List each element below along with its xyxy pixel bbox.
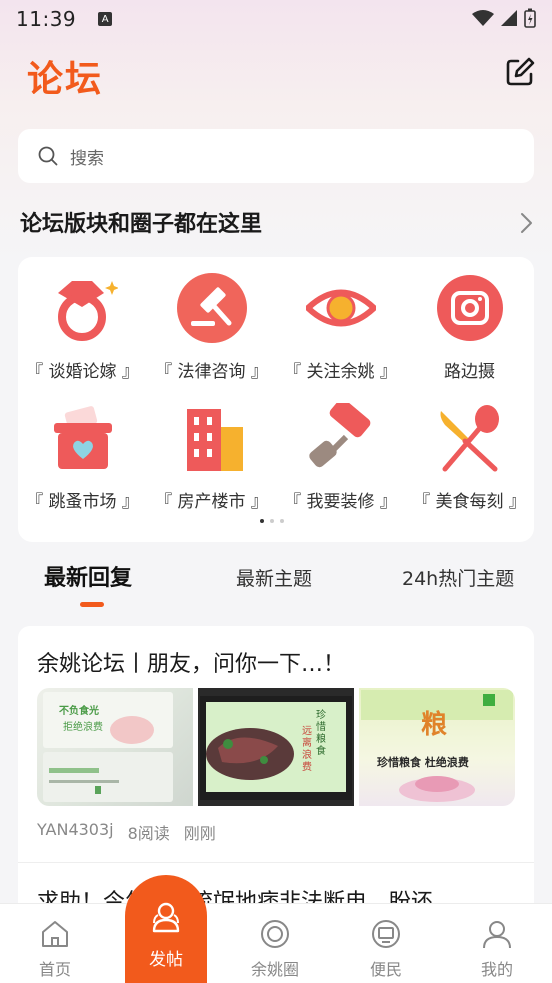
post-image-text: 远离浪费 <box>302 726 312 773</box>
category-label: 『 美食每刻 』 <box>413 492 526 512</box>
category-label: 『 我要装修 』 <box>284 492 397 512</box>
new-post-button[interactable]: 发帖 <box>125 875 207 983</box>
category-label: 路边摄 <box>444 362 495 382</box>
post-image-text: 珍惜粮食 <box>316 710 326 757</box>
nav-home[interactable]: 首页 <box>5 904 105 983</box>
knife-spoon-icon <box>440 405 499 472</box>
status-time: 11:39 <box>16 7 77 31</box>
post-image-text: 珍惜粮食 杜绝浪费 <box>377 756 469 769</box>
category-label: 『 房产楼市 』 <box>155 492 268 512</box>
post-image-text: 不负食光 <box>59 706 99 717</box>
post-image[interactable]: 粮 珍惜粮食 杜绝浪费 <box>359 688 515 806</box>
user-icon <box>483 921 511 949</box>
category-label: 『 谈婚论嫁 』 <box>26 362 139 382</box>
tab-indicator <box>80 602 104 607</box>
category-item[interactable]: 路边摄 <box>405 261 534 382</box>
nav-circle-label: 余姚圈 <box>250 960 299 979</box>
gavel-icon <box>177 273 247 343</box>
section-title: 论坛版块和圈子都在这里 <box>20 212 263 237</box>
eye-icon <box>306 289 376 327</box>
divider <box>18 862 534 863</box>
page-dot-active <box>260 519 264 523</box>
search-bar[interactable]: 搜索 <box>18 129 534 183</box>
category-item[interactable]: 『 关注余姚 』 <box>276 261 405 382</box>
category-item[interactable]: 『 我要装修 』 <box>276 391 405 512</box>
nav-home-label: 首页 <box>38 960 71 979</box>
tab-24h-hot[interactable]: 24h热门主题 <box>402 564 514 591</box>
edit-icon <box>506 57 535 86</box>
post-reads: 8阅读 <box>127 824 170 843</box>
edit-button[interactable] <box>504 56 536 88</box>
bottom-nav: 首页 余姚圈 便民 我的 <box>0 903 552 983</box>
new-post-label: 发帖 <box>149 950 183 970</box>
post-image[interactable]: 不负食光 拒绝浪费 <box>37 688 193 806</box>
app-header: 论坛 <box>0 46 552 106</box>
category-label: 『 关注余姚 』 <box>284 362 397 382</box>
battery-icon <box>524 8 536 28</box>
post-image-text: 粮 <box>421 710 448 740</box>
nav-circle[interactable]: 余姚圈 <box>225 904 325 983</box>
page-dot <box>270 519 274 523</box>
post-author[interactable]: YAN4303j <box>37 820 114 844</box>
post-title[interactable]: 余姚论坛丨朋友，问你一下…！ <box>37 646 345 678</box>
page-title: 论坛 <box>27 59 104 100</box>
page-dot <box>280 519 284 523</box>
tab-latest-replies[interactable]: 最新回复 <box>44 560 132 592</box>
status-bar: 11:39 A <box>0 0 552 38</box>
category-item[interactable]: 『 房产楼市 』 <box>147 391 276 512</box>
feed-tabs: 最新回复 最新主题 24h热门主题 <box>0 556 552 612</box>
search-placeholder: 搜索 <box>70 148 104 169</box>
circle-icon <box>261 920 289 948</box>
category-item[interactable]: 『 美食每刻 』 <box>405 391 534 512</box>
home-icon <box>42 921 68 947</box>
users-icon <box>152 902 180 933</box>
post-image-text: 拒绝浪费 <box>63 722 103 733</box>
camera-icon <box>437 275 503 341</box>
category-label: 『 跳蚤市场 』 <box>26 492 139 512</box>
ring-icon <box>58 281 118 341</box>
tab-latest-topics[interactable]: 最新主题 <box>236 564 312 591</box>
signal-icon <box>501 10 517 26</box>
page-indicator <box>260 519 284 523</box>
nav-service-label: 便民 <box>369 960 402 979</box>
search-icon <box>38 146 58 166</box>
wifi-icon <box>472 10 494 26</box>
category-item[interactable]: 『 谈婚论嫁 』 <box>18 261 147 382</box>
notification-icon: A <box>98 12 113 26</box>
paint-roller-icon <box>309 403 371 468</box>
post-meta: YAN4303j 8阅读 刚刚 <box>37 820 216 844</box>
monitor-icon <box>372 920 400 948</box>
section-more-button[interactable] <box>516 210 536 236</box>
nav-mine-label: 我的 <box>480 960 513 979</box>
nav-service[interactable]: 便民 <box>336 904 436 983</box>
gift-basket-icon <box>54 406 112 469</box>
post-image-graphic <box>200 696 352 800</box>
nav-mine[interactable]: 我的 <box>447 904 547 983</box>
status-icons <box>472 8 536 28</box>
chevron-right-icon <box>521 213 532 233</box>
category-label: 『 法律咨询 』 <box>155 362 268 382</box>
category-item[interactable]: 『 法律咨询 』 <box>147 261 276 382</box>
post-time: 刚刚 <box>183 824 216 843</box>
post-image[interactable]: 珍惜粮食 远离浪费 <box>198 688 354 806</box>
building-icon <box>187 409 243 471</box>
category-grid: 『 谈婚论嫁 』 『 法律咨询 』 『 关注余姚 』 路边摄 『 跳蚤市场 』 … <box>18 257 534 542</box>
category-item[interactable]: 『 跳蚤市场 』 <box>18 391 147 512</box>
